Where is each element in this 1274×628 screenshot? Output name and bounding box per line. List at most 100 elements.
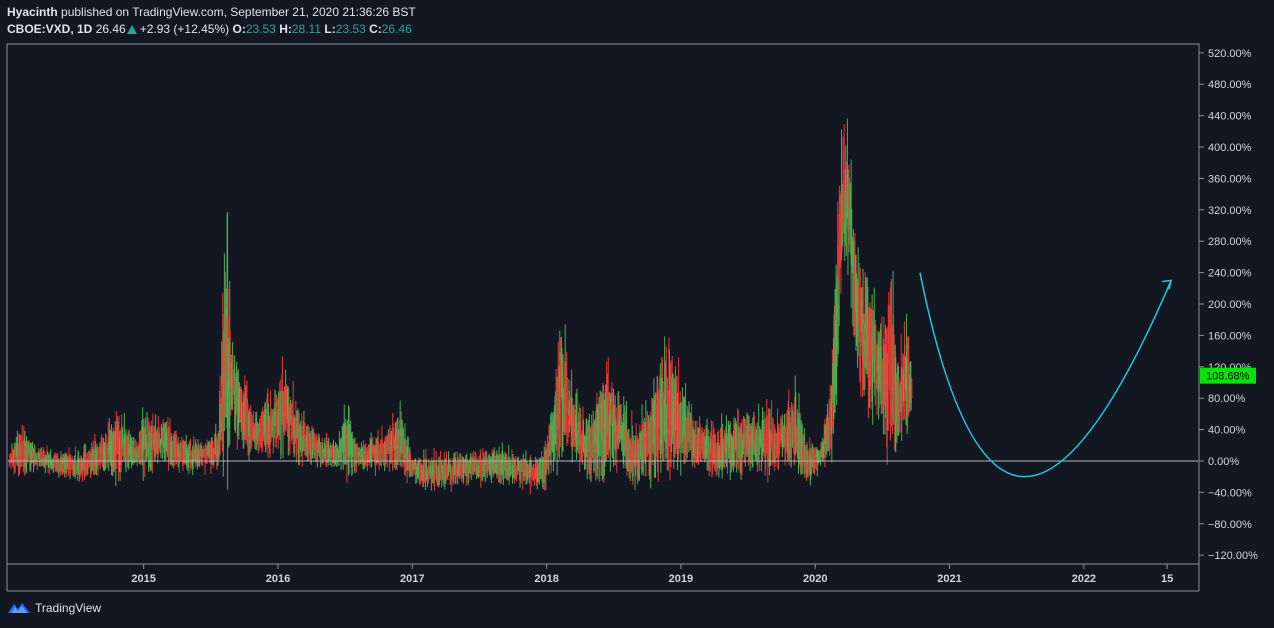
candle-body [299, 449, 301, 451]
y-tick-label: −80.00% [1208, 519, 1252, 531]
y-tick-label: 80.00% [1208, 393, 1246, 405]
candle-body [803, 437, 806, 442]
candle-body [421, 469, 423, 471]
candle-body [289, 427, 291, 431]
candle-body [530, 465, 532, 467]
candle-body [425, 466, 428, 468]
candle-body [257, 439, 259, 441]
candle-body [667, 429, 669, 436]
candle-body [795, 423, 797, 427]
candle-body [872, 358, 874, 361]
candle-body [229, 391, 231, 405]
x-tick-label: 2019 [669, 573, 693, 585]
candle-body [49, 466, 51, 468]
candle-body [181, 446, 183, 450]
candle-body [302, 443, 304, 445]
candle-body [556, 424, 558, 439]
candle-body [438, 473, 440, 475]
candle-body [771, 431, 773, 433]
candle-body [851, 227, 853, 229]
annotation-arrow-group [919, 272, 1173, 478]
candle-body [157, 433, 159, 439]
x-tick-label: 2022 [1072, 573, 1096, 585]
candle-body [424, 478, 427, 480]
candle-body [760, 456, 762, 458]
candle-body [161, 432, 163, 434]
candle-body [837, 246, 839, 283]
candle-body [776, 423, 779, 428]
candle-body [315, 450, 317, 452]
price-chart[interactable]: 520.00% 480.00% 440.00% 400.00% 360.00% 320.0… [0, 0, 1274, 628]
candle-body [845, 209, 847, 220]
y-tick-label: 520.00% [1208, 48, 1252, 60]
candle-body [350, 432, 352, 437]
candle-body [749, 448, 751, 451]
candle-body [875, 338, 877, 344]
annotation-arrow-curve[interactable] [919, 272, 1172, 478]
candle-body [837, 305, 839, 321]
candle-body [379, 452, 381, 454]
x-tick-label: 2018 [534, 573, 558, 585]
candle-body [635, 437, 637, 444]
x-axis[interactable]: 2015 2016 2017 2018 2019 2020 2021 2022 15 [131, 564, 1173, 585]
y-tick-label: 480.00% [1208, 79, 1252, 91]
candle-body [10, 462, 12, 464]
candle-body [13, 456, 15, 460]
candle-body [70, 466, 72, 468]
candle-body [358, 459, 360, 461]
candle-body [555, 392, 557, 399]
candle-body [30, 451, 32, 456]
plot-area-border [6, 43, 1200, 565]
candle-body [428, 475, 430, 477]
candle-body [488, 462, 490, 465]
y-tick-label: 160.00% [1208, 330, 1252, 342]
candle-body [337, 450, 339, 452]
x-tick-label: 2015 [131, 573, 155, 585]
candle-body [681, 415, 683, 419]
candle-body [208, 444, 210, 448]
candle-body [17, 456, 20, 459]
candle-body [390, 438, 393, 442]
candle-body [346, 442, 349, 444]
candle-body [576, 421, 578, 423]
candle-body [844, 220, 846, 235]
footer-brand[interactable]: TradingView [7, 601, 101, 615]
candle-body [107, 435, 109, 442]
candle-body [566, 391, 568, 395]
candle-body [843, 175, 845, 192]
tradingview-logo-icon [8, 603, 30, 613]
candle-body [338, 454, 340, 458]
candle-body [460, 461, 462, 463]
last-value-text: 108.68% [1206, 371, 1250, 383]
candle-body [567, 418, 570, 425]
x-tick-label: 15 [1161, 573, 1173, 585]
candle-body [328, 444, 330, 447]
y-axis[interactable]: 520.00% 480.00% 440.00% 400.00% 360.00% 320.0… [1199, 48, 1258, 562]
candle-body [668, 376, 671, 379]
candle-body [870, 351, 872, 367]
candle-body [201, 457, 203, 460]
candle-body [512, 464, 514, 466]
candle-body [8, 462, 10, 464]
candle-body [314, 438, 316, 443]
y-tick-label: 400.00% [1208, 142, 1252, 154]
candle-body [862, 299, 864, 305]
y-tick-label: 320.00% [1208, 205, 1252, 217]
x-tick-label: 2017 [400, 573, 424, 585]
candle-body [227, 320, 229, 341]
y-tick-label: 280.00% [1208, 236, 1252, 248]
candle-body [618, 412, 620, 420]
candle-body [754, 450, 756, 452]
candle-body [653, 439, 656, 443]
candle-body [357, 448, 359, 452]
candle-body [696, 439, 698, 444]
candle-body [523, 465, 525, 468]
candle-body [270, 411, 272, 413]
candle-body [258, 434, 260, 442]
candle-body [229, 354, 231, 358]
y-tick-label: 200.00% [1208, 299, 1252, 311]
candle-body [772, 432, 774, 440]
candle-body [682, 436, 684, 438]
footer-brand-text: TradingView [35, 601, 102, 615]
x-tick-label: 2020 [803, 573, 827, 585]
